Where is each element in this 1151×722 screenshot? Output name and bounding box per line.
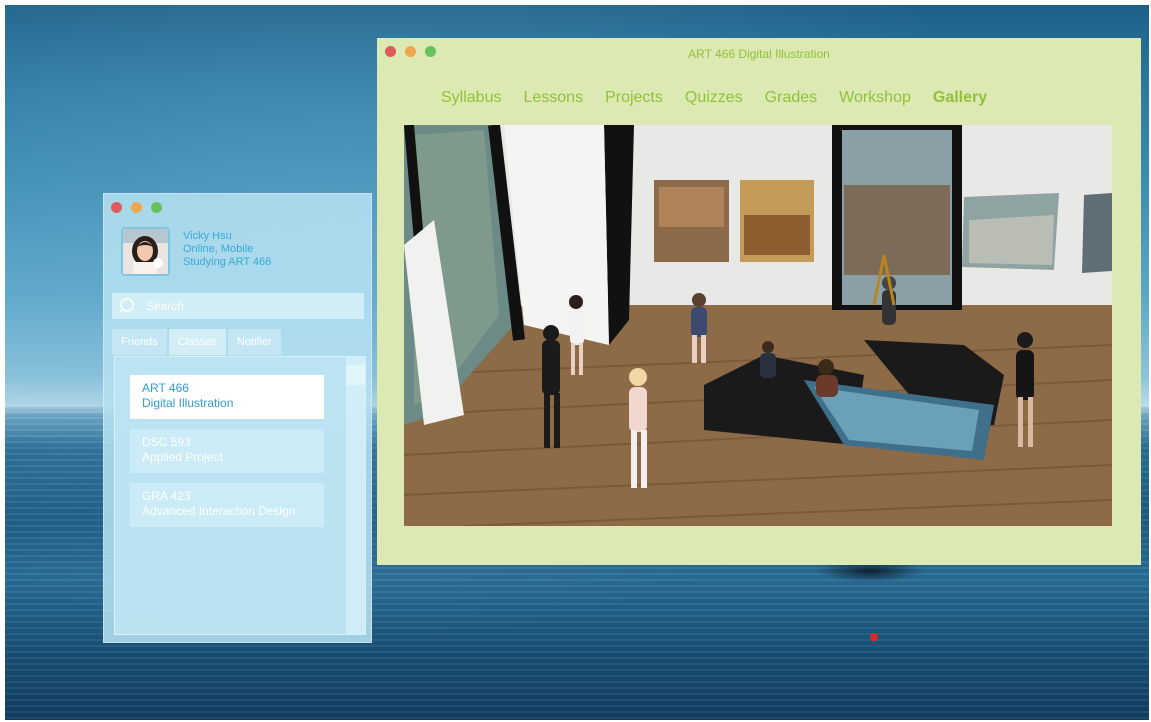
search-input[interactable] <box>144 298 348 314</box>
tab-classes[interactable]: Classes <box>168 329 226 355</box>
user-name: Vicky Hsu <box>183 230 232 242</box>
class-code: GRA 423 <box>142 489 191 503</box>
class-item-gra-423[interactable]: GRA 423 Advanced Interaction Design <box>130 483 324 527</box>
course-nav: Syllabus Lessons Projects Quizzes Grades… <box>441 89 987 107</box>
gallery-scene <box>404 125 1112 526</box>
nav-lessons[interactable]: Lessons <box>523 89 583 107</box>
avatar-photo <box>123 229 168 274</box>
search-bar[interactable] <box>112 293 364 319</box>
buoy <box>870 633 878 641</box>
profile-info: Vicky Hsu Online, Mobile Studying ART 46… <box>183 230 271 269</box>
class-code: DSC 593 <box>142 435 191 449</box>
class-item-dsc-593[interactable]: DSC 593 Applied Project <box>130 429 324 473</box>
panel-tabs: Friends Classes Notifier <box>112 329 281 355</box>
avatar[interactable] <box>121 227 170 276</box>
class-name: Applied Project <box>142 450 223 464</box>
nav-quizzes[interactable]: Quizzes <box>685 89 743 107</box>
maximize-button[interactable] <box>151 202 162 213</box>
tab-friends[interactable]: Friends <box>112 329 167 355</box>
nav-syllabus[interactable]: Syllabus <box>441 89 501 107</box>
class-item-art-466[interactable]: ART 466 Digital Illustration <box>130 375 324 419</box>
window-title: ART 466 Digital Illustration <box>688 47 830 61</box>
tab-notifier[interactable]: Notifier <box>227 329 281 355</box>
nav-gallery[interactable]: Gallery <box>933 89 987 107</box>
user-status: Online, Mobile <box>183 243 254 255</box>
close-button[interactable] <box>111 202 122 213</box>
search-icon <box>119 298 134 313</box>
class-list: ART 466 Digital Illustration DSC 593 App… <box>114 356 366 635</box>
nav-grades[interactable]: Grades <box>765 89 817 107</box>
nav-projects[interactable]: Projects <box>605 89 663 107</box>
scroll-thumb[interactable] <box>346 365 365 385</box>
minimize-button[interactable] <box>131 202 142 213</box>
user-profile: Vicky Hsu Online, Mobile Studying ART 46… <box>121 227 271 276</box>
class-code: ART 466 <box>142 381 189 395</box>
list-scrollbar[interactable] <box>346 357 365 634</box>
social-panel: Vicky Hsu Online, Mobile Studying ART 46… <box>103 193 372 643</box>
nav-workshop[interactable]: Workshop <box>839 89 911 107</box>
user-activity: Studying ART 466 <box>183 256 272 268</box>
virtual-gallery-view[interactable] <box>404 125 1112 526</box>
panel-window-controls <box>111 202 162 213</box>
class-name: Digital Illustration <box>142 396 234 410</box>
course-window: ART 466 Digital Illustration Syllabus Le… <box>377 38 1141 565</box>
class-name: Advanced Interaction Design <box>142 504 296 518</box>
